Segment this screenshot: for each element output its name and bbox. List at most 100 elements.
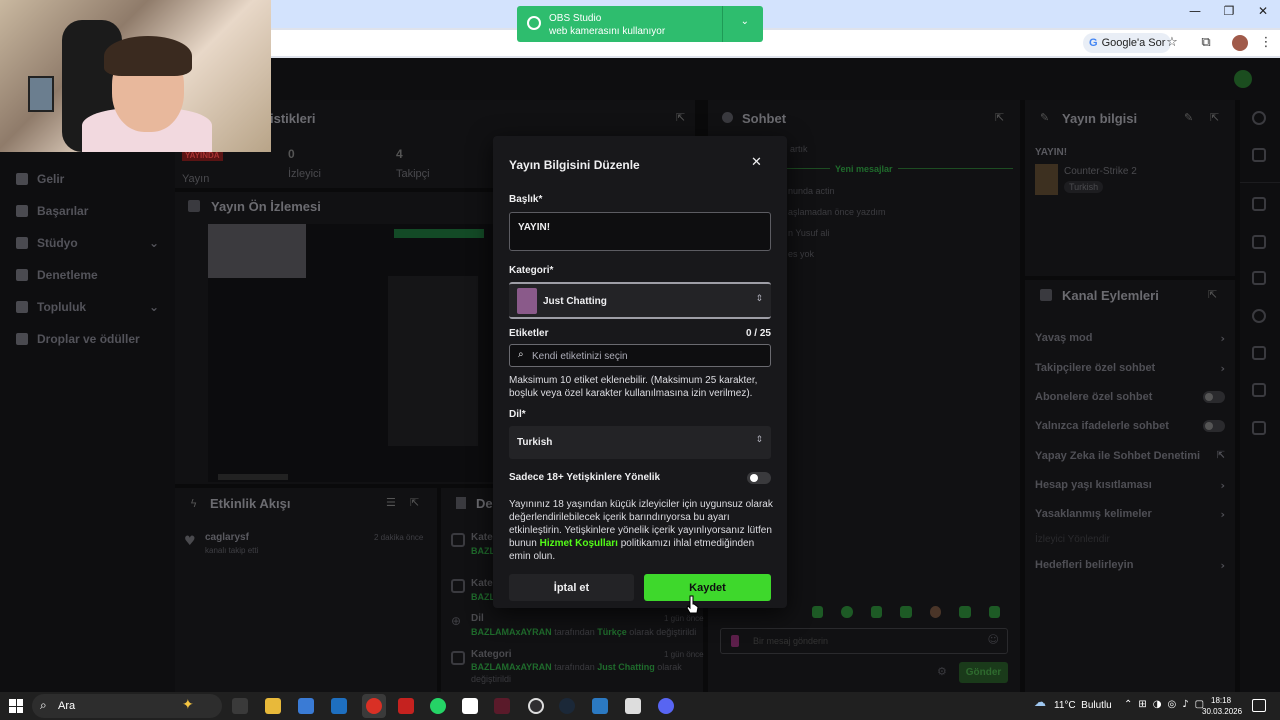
notification-center-icon[interactable] [1252,699,1266,712]
left-sidebar [0,152,175,692]
system-tray-icons[interactable]: ⌃⊞◑◎♪▢ [1124,699,1210,710]
toggle-knob [750,474,758,482]
app-icon[interactable] [398,698,414,714]
wrench-icon [16,269,28,281]
title-input[interactable]: YAYIN! [509,212,771,251]
chrome-icon[interactable] [366,698,382,714]
chevron-down-icon: ⌄ [148,300,159,314]
weather-text[interactable]: 11°C Bulutlu [1054,700,1112,711]
edit-icon[interactable] [1252,148,1266,162]
language-select[interactable]: Turkish ⇕ [509,426,771,459]
action-banned-words[interactable]: Yasaklanmış kelimeler › [1035,508,1225,521]
extensions-icon[interactable]: ⧉ [1196,33,1216,53]
close-window-button[interactable]: ✕ [1246,4,1280,18]
emote-icon[interactable] [841,606,853,618]
security-icon[interactable] [592,698,608,714]
sidebar-item-gelir[interactable]: Gelir [16,172,64,186]
steam-icon[interactable] [559,698,575,714]
popout-icon[interactable]: ⇱ [1208,288,1217,301]
action-followers-only[interactable]: Takipçilere özel sohbet › [1035,362,1225,375]
action-account-age[interactable]: Hesap yaşı kısıtlaması › [1035,479,1225,492]
filter-icon[interactable]: ☰ [386,496,396,509]
stats-title: istikleri [270,111,316,126]
category-boxart [517,288,537,314]
start-button[interactable] [9,699,23,713]
send-button[interactable]: Gönder [959,662,1008,683]
chevron-down-icon[interactable]: ⌄ [741,16,749,27]
adult-toggle[interactable] [747,472,771,484]
chat-input-placeholder: Bir mesaj gönderin [753,636,829,646]
app-icon[interactable] [494,698,510,714]
emote-icon[interactable] [870,606,883,618]
action-set-goals[interactable]: Hedefleri belirleyin › [1035,559,1225,572]
document-icon[interactable] [1252,271,1266,285]
layers-icon[interactable] [1252,383,1266,397]
edit-icon[interactable]: ✎ [1184,111,1193,124]
task-view-icon[interactable] [232,698,248,714]
emote-icon[interactable] [929,606,942,618]
stream-preview-video[interactable] [208,224,494,482]
clock-time[interactable]: 18:18 [1211,696,1231,705]
outlook-icon[interactable] [331,698,347,714]
obs-camera-notification[interactable]: OBS Studio web kamerasını kullanıyor ⌄ [517,6,763,42]
info-icon[interactable] [1252,111,1266,125]
terms-link[interactable]: Hizmet Koşulları [540,538,618,549]
obs-icon[interactable] [528,698,544,714]
broadcast-icon[interactable] [1252,346,1266,360]
preview-title: Yayın Ön İzlemesi [211,199,321,214]
save-button[interactable]: Kaydet [644,574,771,601]
discord-icon[interactable] [658,698,674,714]
minimize-button[interactable]: — [1178,4,1212,18]
lightning-icon[interactable] [1252,235,1266,249]
store-icon[interactable] [298,698,314,714]
sidebar-item-topluluk[interactable]: Topluluk ⌄ [16,300,159,314]
action-subs-only[interactable]: Abonelere özel sohbet [1035,391,1225,403]
action-slow-mode[interactable]: Yavaş mod › [1035,332,1225,345]
followers-label: Takipçi [396,168,430,180]
browser-menu-icon[interactable]: ⋮ [1256,33,1276,53]
tags-input[interactable]: ⌕ Kendi etiketinizi seçin [509,344,771,367]
star-icon[interactable]: ☆ [1162,33,1182,53]
sidebar-item-basarilar[interactable]: Başarılar [16,204,88,218]
sidebar-item-studyo[interactable]: Stüdyo ⌄ [16,236,159,250]
taskbar-search[interactable]: ⌕ Ara ✦ [32,694,222,718]
close-icon[interactable]: ✕ [751,155,762,170]
camera-icon [527,16,541,30]
app-icon[interactable] [462,698,478,714]
whatsapp-icon[interactable] [430,698,446,714]
feed-item-title: Kate [471,532,493,543]
camera-icon[interactable] [1252,197,1266,211]
sidebar-item-denetleme[interactable]: Denetleme [16,268,98,282]
sidebar-item-droplar[interactable]: Droplar ve ödüller [16,332,140,346]
popout-icon[interactable]: ⇱ [676,111,685,124]
file-explorer-icon[interactable] [265,698,281,714]
cancel-button[interactable]: İptal et [509,574,634,601]
search-icon: ⌕ [518,349,524,360]
popout-icon[interactable]: ⇱ [1210,111,1219,124]
action-emote-only[interactable]: Yalnızca ifadelerle sohbet [1035,420,1225,432]
window-controls: — ❐ ✕ [1178,4,1280,18]
maximize-button[interactable]: ❐ [1212,4,1246,18]
action-ai-moderation[interactable]: Yapay Zeka ile Sohbet Denetimi ⇱ [1035,450,1225,462]
user-avatar[interactable] [1234,70,1252,88]
feed-item-title: Kate [471,578,493,589]
emote-icon[interactable] [900,606,912,618]
webcam-overlay [0,0,271,152]
clock-date[interactable]: 30.03.2026 [1202,707,1242,716]
settings-gear-icon[interactable]: ⚙ [937,665,947,678]
profile-avatar[interactable] [1230,33,1250,53]
emoji-icon[interactable]: ☺ [988,633,999,646]
chat-icon[interactable] [1252,309,1266,323]
popout-icon[interactable]: ⇱ [410,496,419,509]
new-messages-divider [787,168,1013,169]
emote-icon[interactable] [988,606,1000,618]
emote-icon[interactable] [812,606,824,618]
category-select[interactable]: Just Chatting ⇕ [509,282,771,319]
wrench-icon[interactable] [1252,421,1266,435]
app-icon[interactable] [625,698,641,714]
popout-icon[interactable]: ⇱ [995,111,1004,124]
google-ask-button[interactable]: G Google'a Sor [1083,33,1172,53]
chat-input[interactable]: Bir mesaj gönderin ☺ [720,628,1008,654]
emote-icon[interactable] [959,606,971,618]
activity-time: 2 dakika önce [374,533,424,542]
